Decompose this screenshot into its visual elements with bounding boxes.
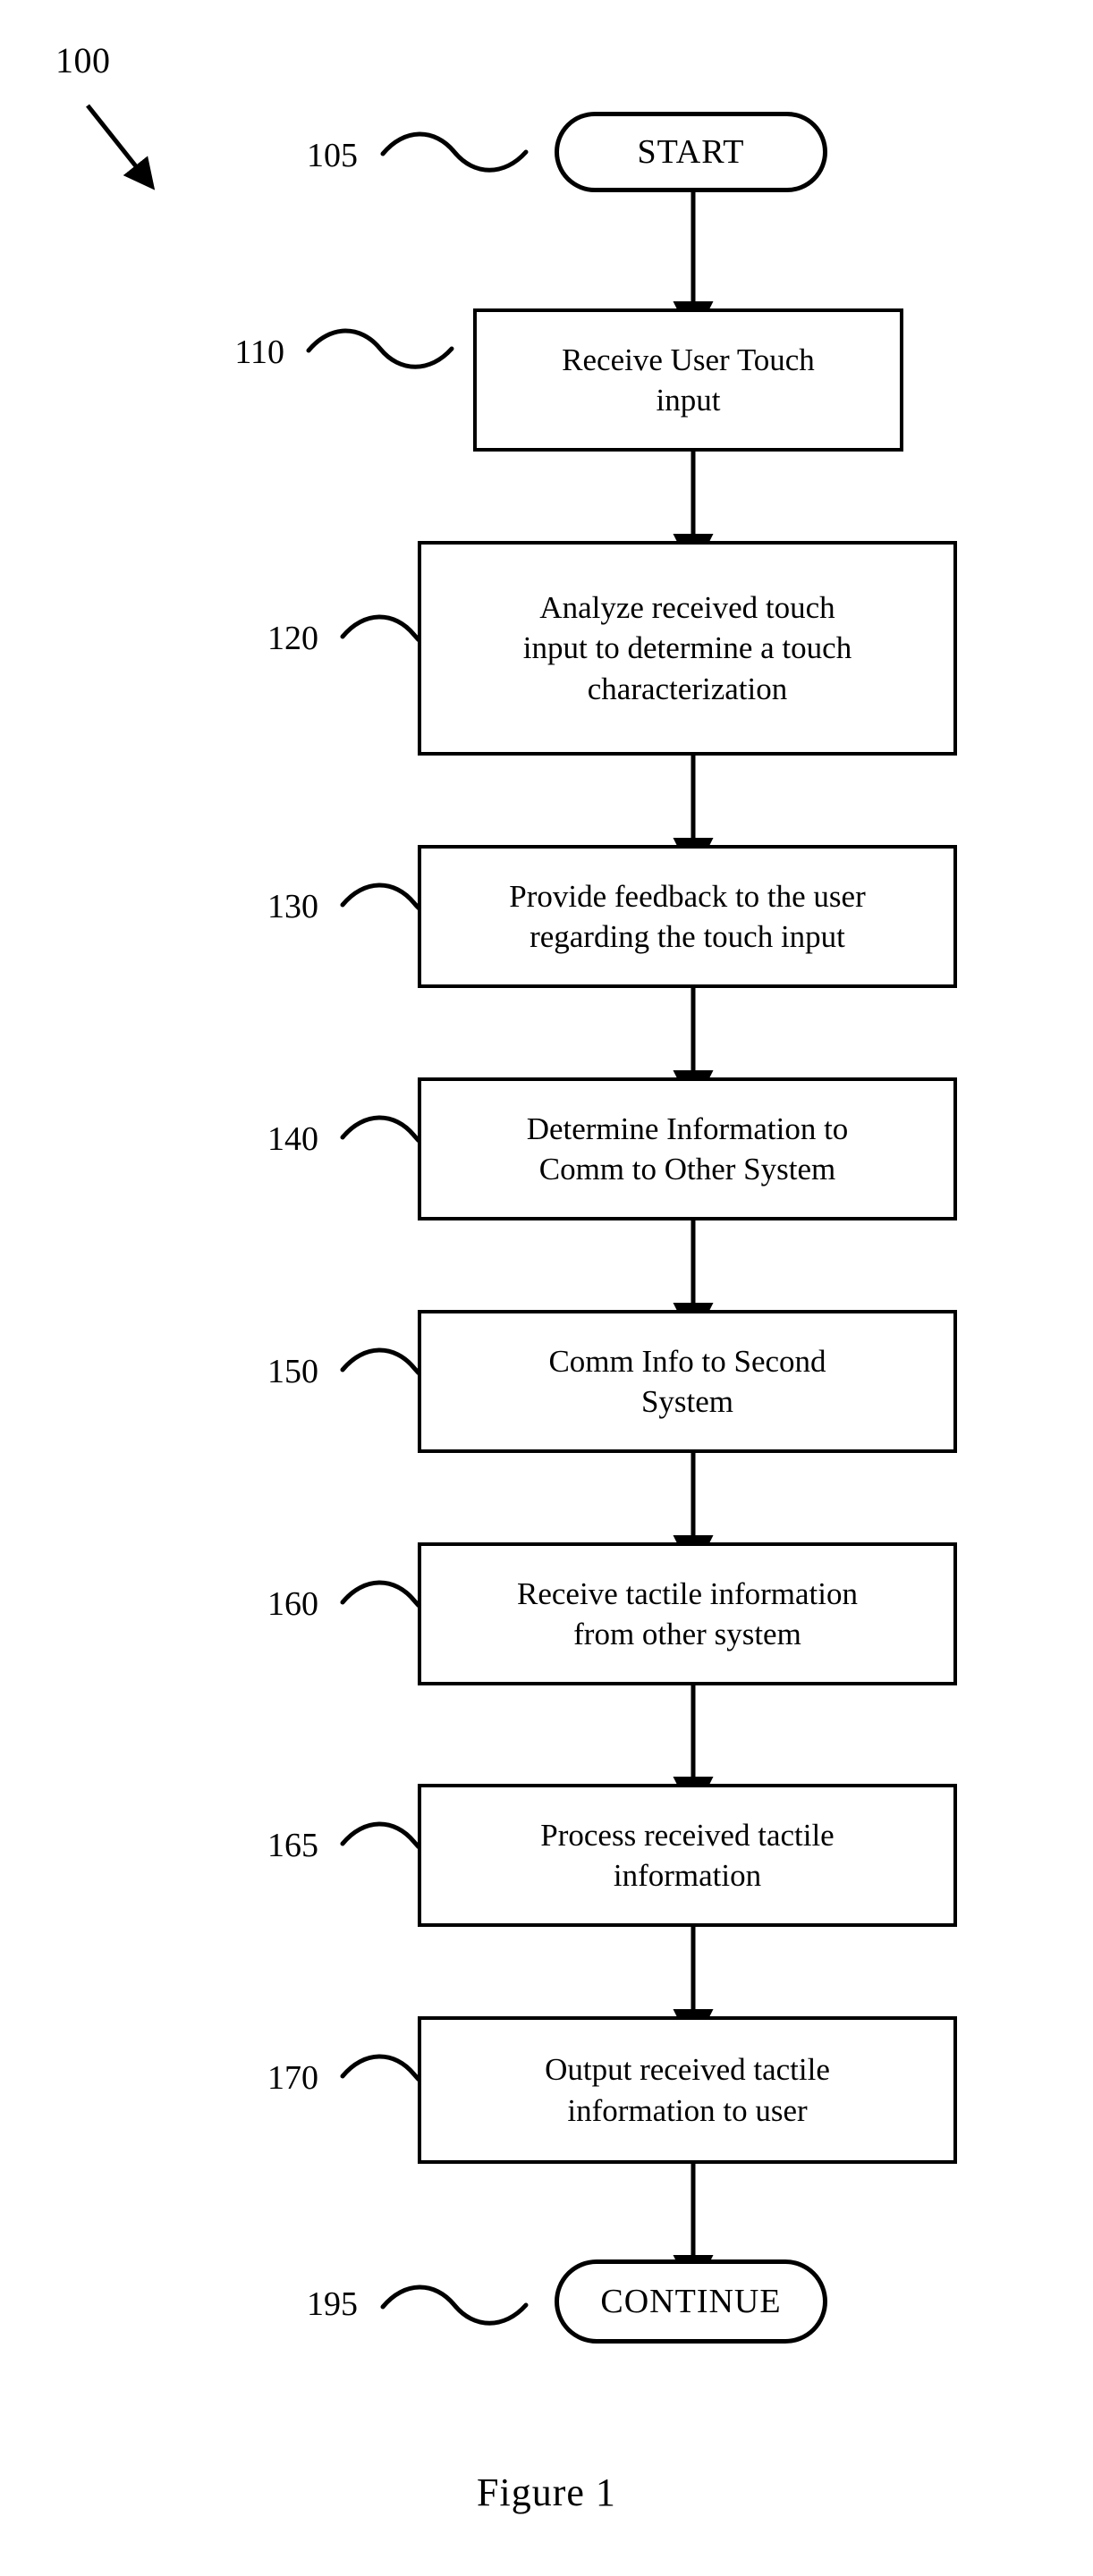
node-step-160[interactable]: Receive tactile information from other s… [418, 1542, 957, 1685]
squiggle-110 [306, 328, 454, 369]
node-step-170-label: Output received tactile information to u… [545, 2052, 830, 2128]
ref-label-150: 150 [267, 1353, 318, 1390]
node-start-label: START [637, 133, 745, 171]
squiggle-105 [380, 131, 529, 173]
node-step-150-label: Comm Info to Second System [548, 1343, 826, 1420]
ref-label-195: 195 [307, 2285, 358, 2323]
node-start[interactable]: START [555, 112, 827, 192]
node-step-130[interactable]: Provide feedback to the user regarding t… [418, 845, 957, 988]
ref-label-160: 160 [267, 1585, 318, 1623]
node-continue-label: CONTINUE [600, 2283, 782, 2320]
node-step-150[interactable]: Comm Info to Second System [418, 1310, 957, 1453]
node-step-170[interactable]: Output received tactile information to u… [418, 2016, 957, 2164]
figure-caption: Figure 1 [477, 2470, 616, 2514]
node-step-140[interactable]: Determine Information to Comm to Other S… [418, 1077, 957, 1220]
diagram-reference-numeral: 100 [55, 40, 111, 80]
node-step-120[interactable]: Analyze received touch input to determin… [418, 541, 957, 756]
ref-label-110: 110 [234, 334, 284, 371]
ref-label-120: 120 [267, 620, 318, 657]
node-continue[interactable]: CONTINUE [555, 2259, 827, 2344]
ref-label-170: 170 [267, 2059, 318, 2097]
ref-label-130: 130 [267, 888, 318, 925]
ref-label-105: 105 [307, 137, 358, 174]
node-step-140-label: Determine Information to Comm to Other S… [526, 1111, 849, 1187]
node-step-160-label: Receive tactile information from other s… [517, 1575, 858, 1652]
node-step-110[interactable]: Receive User Touch input [473, 308, 903, 452]
node-step-110-label: Receive User Touch input [562, 342, 815, 418]
ref-label-140: 140 [267, 1120, 318, 1158]
figure-page: 100 START 105 Receive User Touch input 1… [0, 0, 1093, 2576]
diagram-lead-arrow [86, 104, 156, 190]
node-step-120-label: Analyze received touch input to determin… [522, 589, 852, 706]
ref-label-165: 165 [267, 1827, 318, 1864]
reference-leader-squiggles [306, 131, 529, 2326]
node-step-165-label: Process received tactile information [540, 1817, 835, 1894]
squiggle-195 [380, 2285, 529, 2326]
node-step-165[interactable]: Process received tactile information [418, 1784, 957, 1927]
node-step-130-label: Provide feedback to the user regarding t… [509, 878, 866, 955]
